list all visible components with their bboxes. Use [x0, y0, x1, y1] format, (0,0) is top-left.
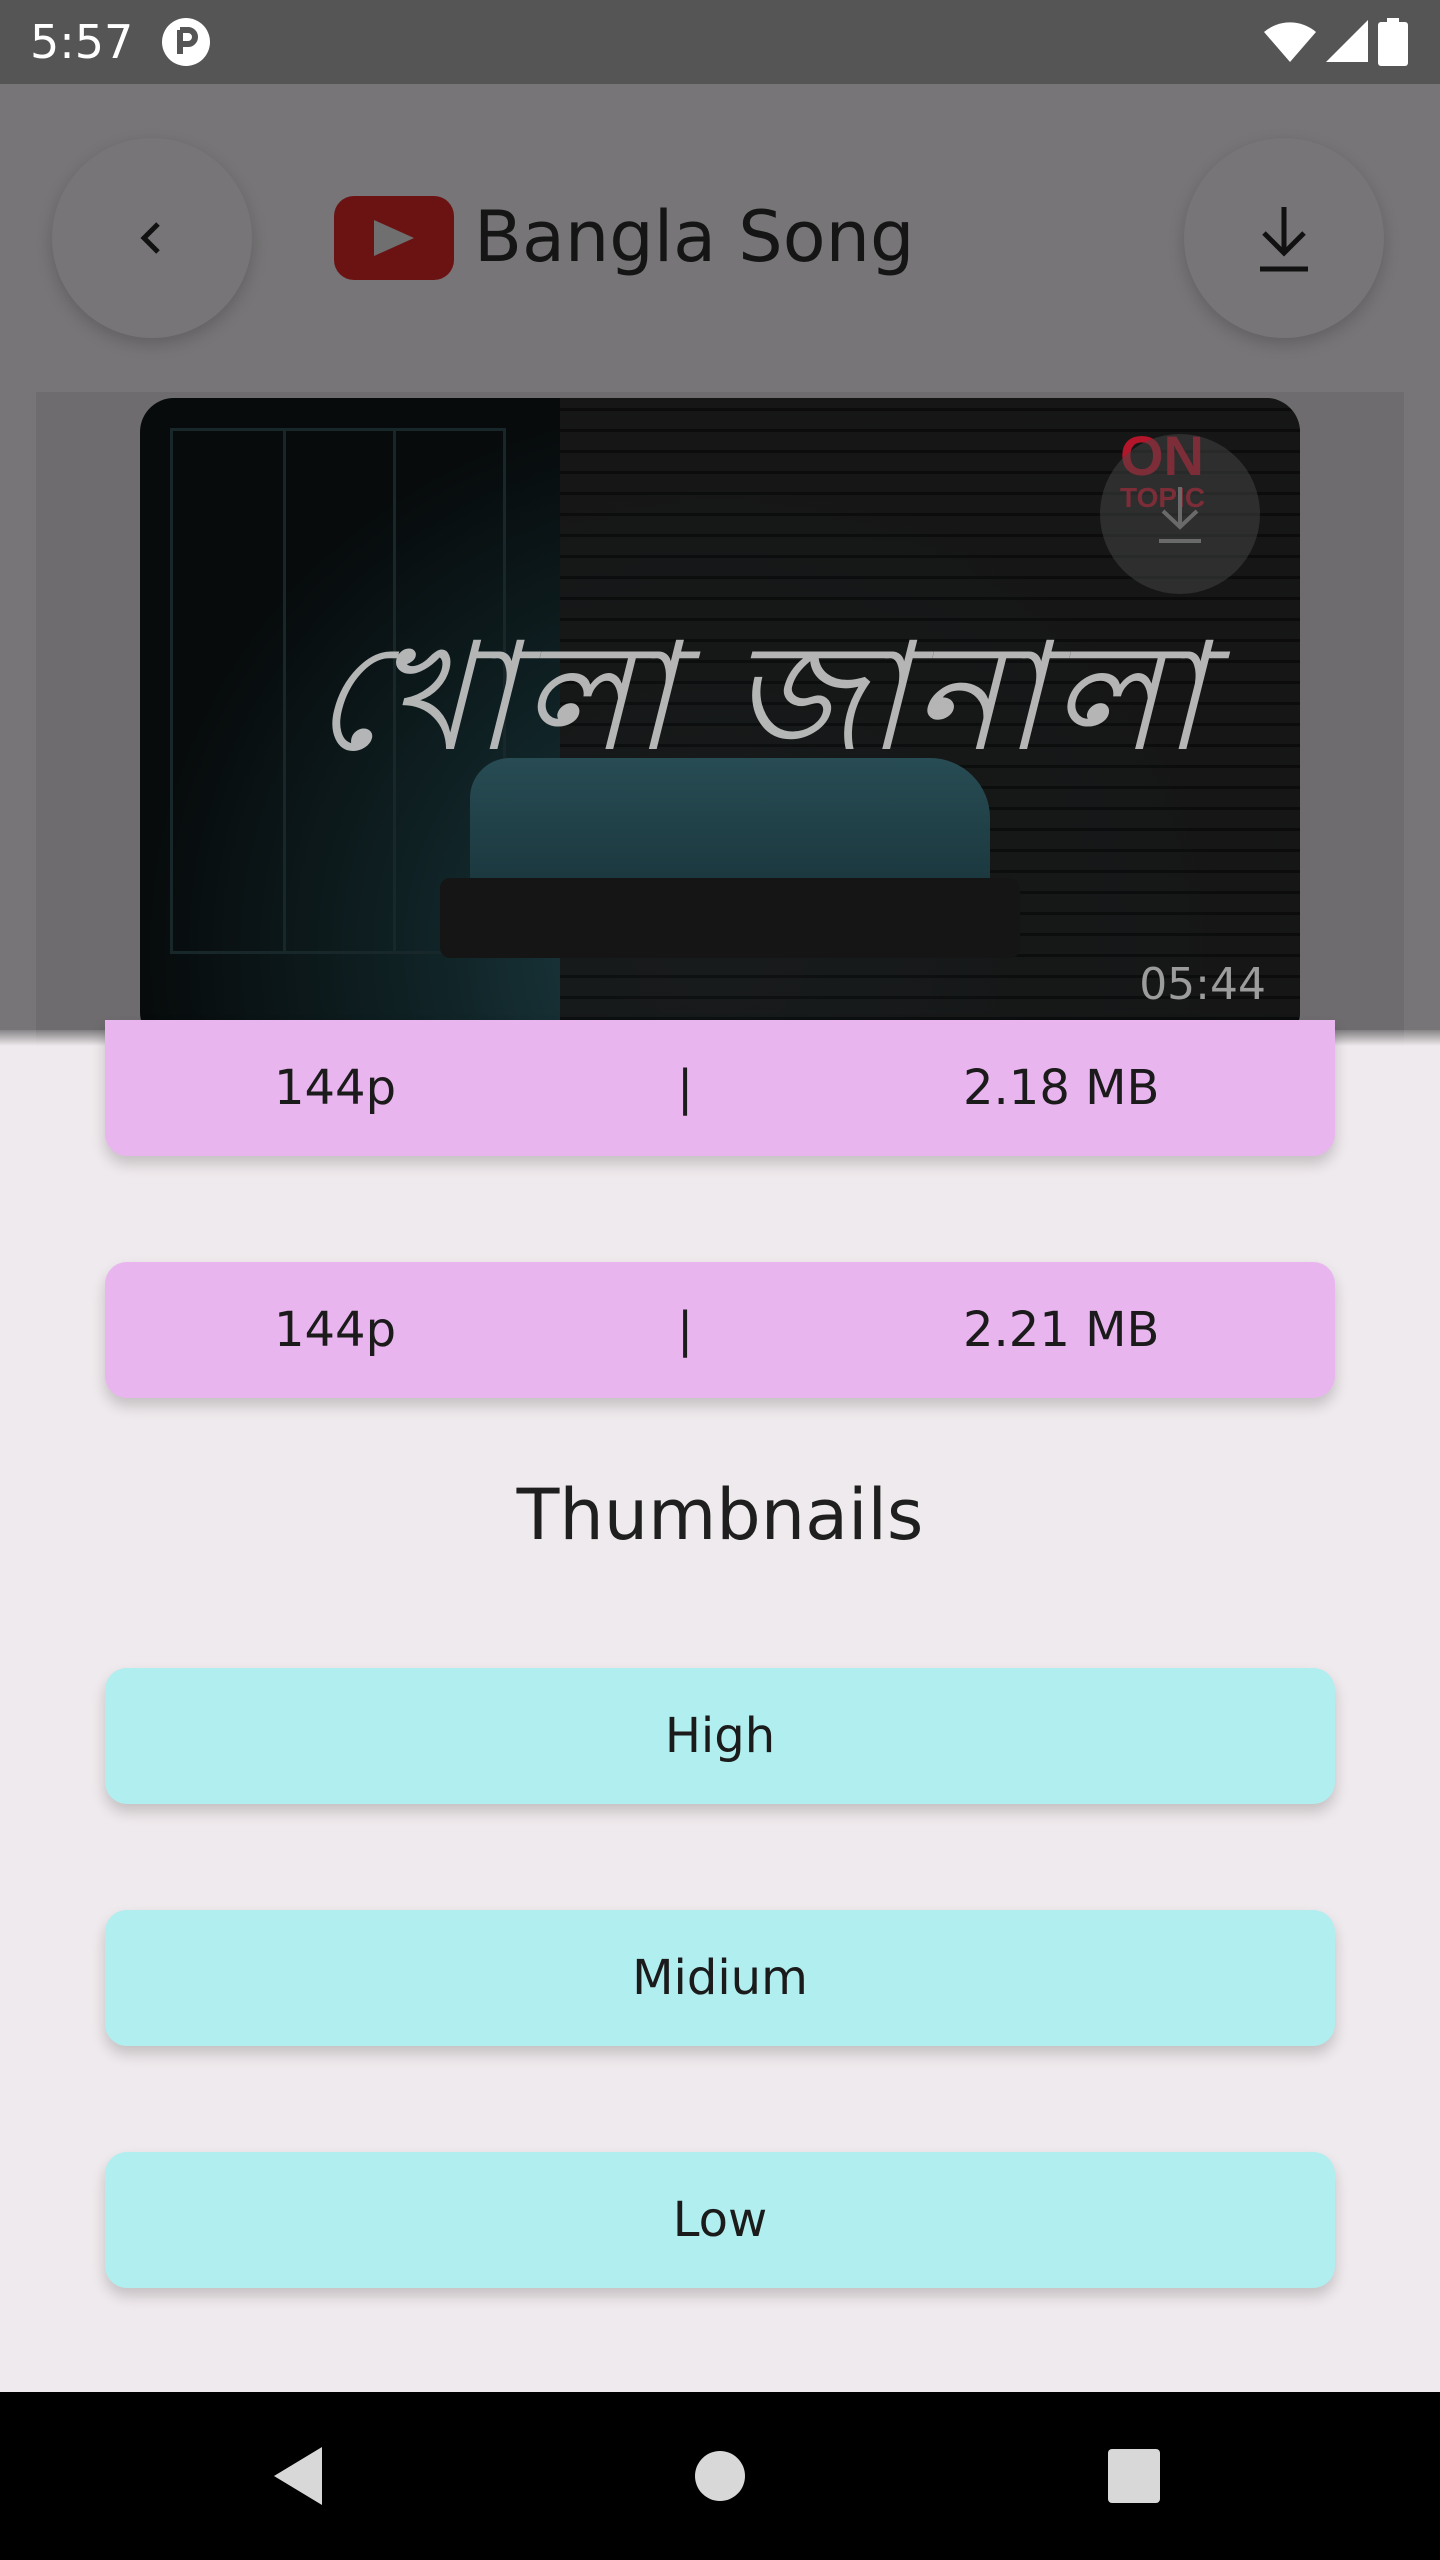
download-icon: [1260, 207, 1308, 272]
youtube-logo-icon: [334, 196, 454, 280]
thumbnails-heading: Thumbnails: [516, 1474, 924, 1556]
nav-home-icon[interactable]: [694, 2450, 746, 2502]
video-overlay-title: খোলা জানালা: [312, 611, 1208, 785]
status-time: 5:57: [30, 15, 134, 69]
quality-resolution: 144p: [273, 1302, 397, 1358]
battery-icon: [1378, 18, 1408, 66]
thumbnail-low-button[interactable]: Low: [105, 2152, 1335, 2288]
nav-recents-icon[interactable]: [1108, 2449, 1160, 2503]
thumbnail-high-button[interactable]: High: [105, 1668, 1335, 1804]
quality-resolution: 144p: [273, 1060, 397, 1116]
video-duration: 05:44: [1139, 959, 1266, 1010]
status-bar: 5:57: [0, 0, 1440, 84]
navigation-bar: [0, 2392, 1440, 2560]
app-notification-icon: [160, 16, 212, 68]
page-title: Bangla Song: [474, 196, 915, 278]
quality-separator: |: [677, 1302, 694, 1358]
chevron-left-icon: [140, 222, 160, 254]
video-bed-frame-graphic: [440, 878, 1020, 958]
quality-size: 2.21 MB: [963, 1302, 1160, 1358]
thumbnail-medium-button[interactable]: Midium: [105, 1910, 1335, 2046]
wifi-icon: [1264, 22, 1316, 62]
quality-size: 2.18 MB: [963, 1060, 1160, 1116]
quality-separator: |: [677, 1060, 694, 1116]
download-icon: [1159, 487, 1201, 543]
video-download-button[interactable]: [1100, 434, 1260, 594]
signal-icon: [1326, 20, 1368, 62]
nav-back-icon[interactable]: [270, 2445, 326, 2507]
back-button[interactable]: [52, 138, 252, 338]
quality-option-button[interactable]: 144p | 2.18 MB: [105, 1020, 1335, 1156]
quality-option-button[interactable]: 144p | 2.21 MB: [105, 1262, 1335, 1398]
video-card[interactable]: খোলা জানালা ON TOPIC 05:44: [140, 398, 1300, 1046]
download-button[interactable]: [1184, 138, 1384, 338]
